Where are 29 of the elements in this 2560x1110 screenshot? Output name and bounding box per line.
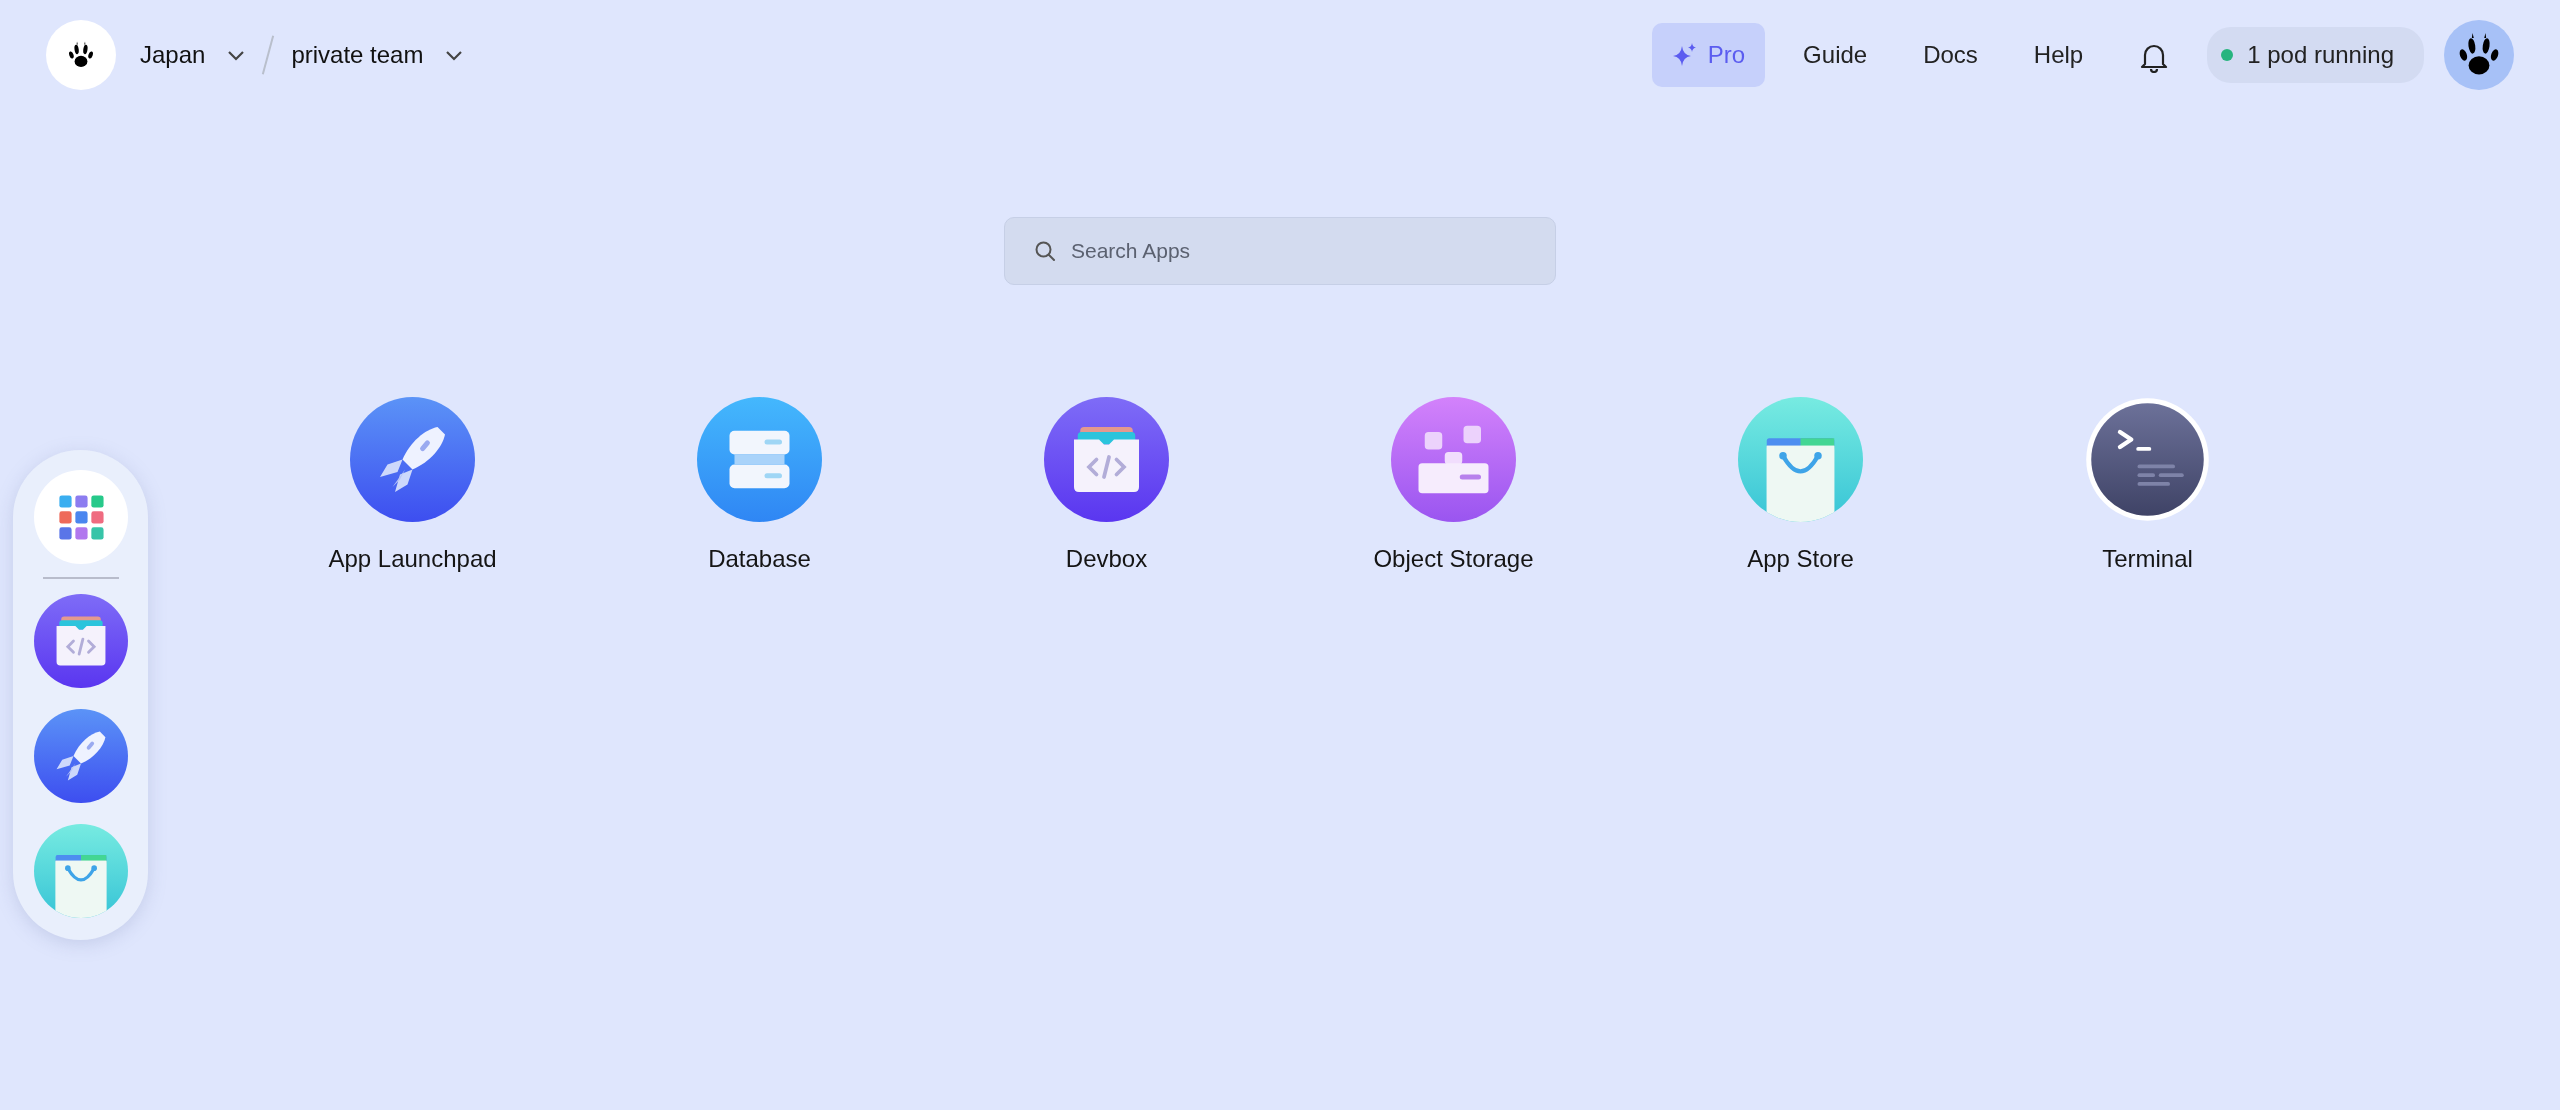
search-field[interactable]: Search Apps: [1004, 217, 1556, 285]
shopping-bag-icon: [33, 824, 128, 918]
dock-app-button[interactable]: [33, 470, 128, 564]
rocket-icon: [33, 709, 128, 803]
blocks-tray-icon[interactable]: [1391, 397, 1516, 522]
nav-link[interactable]: Help: [2007, 21, 2110, 89]
app-label[interactable]: Devbox: [1065, 541, 1148, 577]
app-label[interactable]: App Store: [1747, 541, 1854, 577]
app-label[interactable]: Object Storage: [1373, 541, 1534, 577]
dock-app-button[interactable]: [33, 594, 128, 688]
terminal-icon[interactable]: [2085, 397, 2210, 522]
nav-link[interactable]: Docs: [1897, 21, 2004, 89]
chevron-down-icon: [227, 49, 246, 61]
app-label[interactable]: Database: [708, 541, 811, 577]
server-stack-icon[interactable]: [697, 397, 822, 522]
dock-app-button[interactable]: [33, 709, 128, 803]
app-label[interactable]: App Launchpad: [328, 541, 497, 577]
pod-status-text: 1 pod running: [2247, 40, 2394, 70]
team-dropdown[interactable]: private team: [291, 37, 464, 73]
rocket-icon[interactable]: [350, 397, 475, 522]
nav-link[interactable]: Guide: [1777, 21, 1894, 89]
chevron-down-icon: [445, 49, 464, 61]
workspace-dropdown[interactable]: Japan: [140, 37, 246, 73]
code-folder-icon: [33, 594, 128, 688]
code-folder-icon[interactable]: [1044, 397, 1169, 522]
status-dot: [2221, 49, 2234, 61]
app-label[interactable]: Terminal: [2102, 541, 2193, 577]
app-grid-icon: [33, 470, 128, 564]
pod-status-pill[interactable]: 1 pod running: [2207, 27, 2424, 83]
